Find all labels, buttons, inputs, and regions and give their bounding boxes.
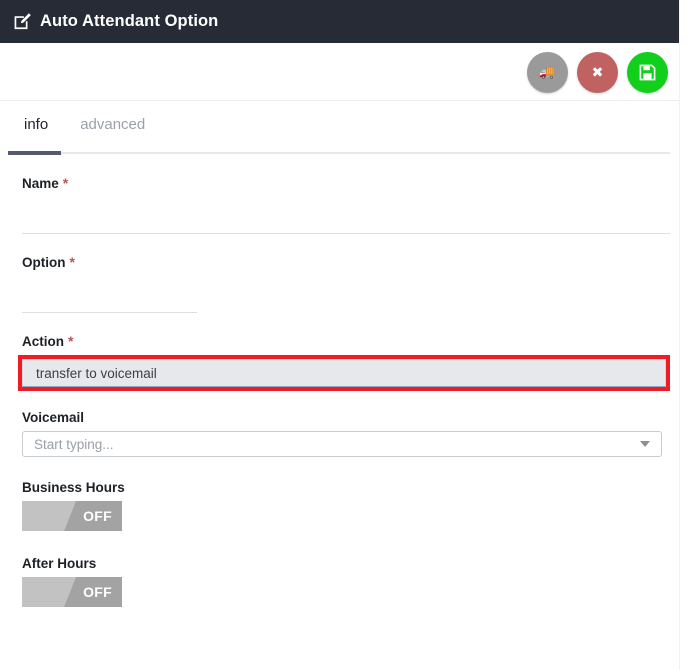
- truck-icon: 🚚: [539, 66, 555, 79]
- floppy-disk-save-icon: [639, 64, 656, 81]
- business-hours-label: Business Hours: [22, 480, 125, 495]
- window-titlebar: Auto Attendant Option: [0, 0, 679, 43]
- close-x-icon: ✖: [592, 66, 604, 80]
- voicemail-select[interactable]: Start typing...: [22, 431, 662, 457]
- save-button[interactable]: [627, 52, 668, 93]
- field-after-hours: After Hours OFF: [22, 555, 96, 573]
- window-title: Auto Attendant Option: [40, 13, 218, 30]
- chevron-down-icon[interactable]: [640, 441, 650, 447]
- after-hours-label: After Hours: [22, 556, 96, 571]
- action-required-asterisk: *: [68, 333, 73, 349]
- field-name: Name *: [22, 175, 68, 193]
- tab-underline-track: [8, 152, 670, 154]
- tab-active-indicator: [8, 151, 61, 155]
- voicemail-label: Voicemail: [22, 410, 84, 425]
- option-input[interactable]: [22, 280, 197, 313]
- after-hours-toggle[interactable]: OFF: [22, 577, 122, 607]
- auto-attendant-option-dialog: Auto Attendant Option 🚚 ✖: [0, 0, 690, 670]
- action-label: Action: [22, 334, 64, 349]
- after-hours-toggle-state: OFF: [83, 577, 112, 607]
- voicemail-placeholder: Start typing...: [23, 437, 640, 452]
- dialog-toolbar: 🚚 ✖: [0, 43, 679, 101]
- field-option: Option *: [22, 254, 75, 272]
- tab-info[interactable]: info: [8, 111, 64, 146]
- tab-bar: info advanced: [0, 101, 679, 155]
- after-hours-toggle-knob: [22, 577, 76, 607]
- option-label: Option: [22, 255, 66, 270]
- business-hours-toggle-knob: [22, 501, 76, 531]
- cancel-button[interactable]: ✖: [577, 52, 618, 93]
- page-right-edge: [679, 0, 690, 670]
- edit-pen-square-icon: [13, 12, 32, 31]
- option-required-asterisk: *: [70, 254, 75, 270]
- field-voicemail: Voicemail Start typing...: [22, 409, 84, 427]
- action-value: transfer to voicemail: [36, 366, 157, 381]
- transfer-button[interactable]: 🚚: [527, 52, 568, 93]
- name-input[interactable]: [22, 201, 670, 234]
- field-action: Action* transfer to voicemail: [22, 333, 73, 351]
- tabstrip: info advanced: [8, 111, 161, 146]
- action-select[interactable]: transfer to voicemail: [22, 359, 666, 387]
- business-hours-toggle[interactable]: OFF: [22, 501, 122, 531]
- toolbar-button-row: 🚚 ✖: [527, 52, 668, 93]
- tab-advanced[interactable]: advanced: [64, 111, 161, 146]
- business-hours-toggle-state: OFF: [83, 501, 112, 531]
- name-label: Name: [22, 176, 59, 191]
- field-business-hours: Business Hours OFF: [22, 479, 125, 497]
- name-required-asterisk: *: [63, 175, 68, 191]
